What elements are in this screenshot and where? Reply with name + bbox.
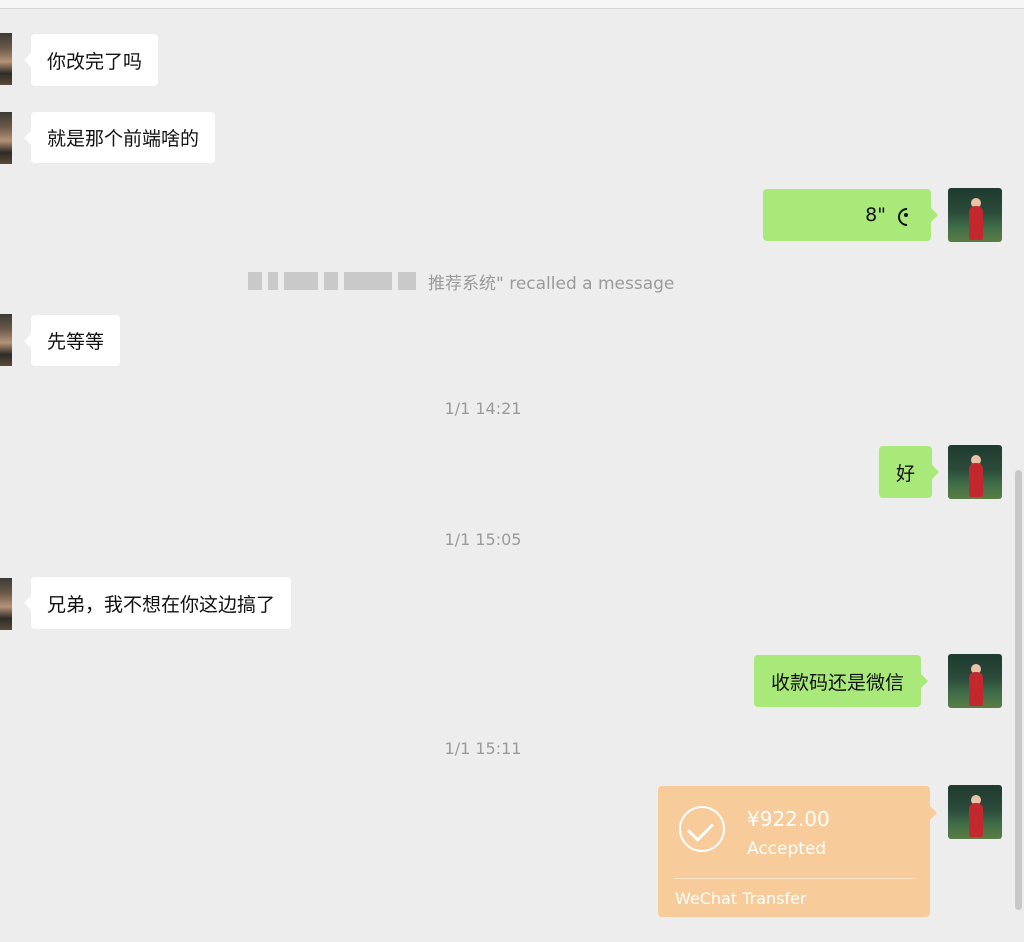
window-top-border bbox=[0, 0, 1024, 9]
redacted-name-block bbox=[398, 272, 416, 290]
voice-duration: 8" bbox=[865, 204, 886, 226]
contact-avatar[interactable] bbox=[0, 314, 12, 366]
timestamp: 1/1 15:11 bbox=[444, 739, 522, 758]
incoming-message-bubble[interactable]: 你改完了吗 bbox=[23, 34, 159, 86]
outgoing-message-bubble[interactable]: 好 bbox=[879, 446, 940, 498]
contact-avatar[interactable] bbox=[0, 578, 12, 630]
incoming-message-bubble[interactable]: 先等等 bbox=[23, 315, 121, 366]
recall-text: 推荐系统" recalled a message bbox=[428, 273, 675, 294]
my-avatar[interactable] bbox=[948, 445, 1002, 499]
incoming-message-bubble[interactable]: 兄弟，我不想在你这边搞了 bbox=[23, 577, 292, 629]
chat-scrollbar[interactable] bbox=[1015, 470, 1022, 910]
transfer-divider bbox=[674, 878, 914, 879]
wechat-transfer-card[interactable]: ¥922.00 Accepted WeChat Transfer bbox=[658, 786, 937, 917]
transfer-label: WeChat Transfer bbox=[675, 889, 807, 908]
check-circle-icon bbox=[679, 806, 725, 852]
voice-wave-icon bbox=[896, 206, 914, 224]
message-text: 收款码还是微信 bbox=[771, 671, 905, 694]
redacted-name-block bbox=[248, 272, 262, 290]
message-text: 先等等 bbox=[47, 331, 105, 353]
message-text: 兄弟，我不想在你这边搞了 bbox=[47, 593, 276, 616]
message-text: 就是那个前端啥的 bbox=[47, 128, 200, 150]
redacted-name-block bbox=[344, 272, 392, 290]
outgoing-voice-message[interactable]: 8" bbox=[763, 189, 938, 241]
recall-notice: 推荐系统" recalled a message bbox=[248, 270, 675, 294]
my-avatar[interactable] bbox=[948, 654, 1002, 708]
incoming-message-bubble[interactable]: 就是那个前端啥的 bbox=[23, 112, 216, 163]
contact-avatar[interactable] bbox=[0, 112, 12, 164]
contact-avatar[interactable] bbox=[0, 33, 12, 85]
transfer-status: Accepted bbox=[747, 839, 827, 859]
redacted-name-block bbox=[324, 272, 338, 290]
outgoing-message-bubble[interactable]: 收款码还是微信 bbox=[754, 655, 929, 707]
transfer-amount: ¥922.00 bbox=[747, 807, 830, 831]
timestamp: 1/1 14:21 bbox=[444, 399, 522, 418]
message-text: 好 bbox=[896, 462, 916, 485]
message-text: 你改完了吗 bbox=[47, 50, 143, 73]
redacted-name-block bbox=[284, 272, 318, 290]
redacted-name-block bbox=[268, 272, 278, 290]
my-avatar[interactable] bbox=[948, 188, 1002, 242]
my-avatar[interactable] bbox=[948, 785, 1002, 839]
timestamp: 1/1 15:05 bbox=[444, 530, 522, 549]
